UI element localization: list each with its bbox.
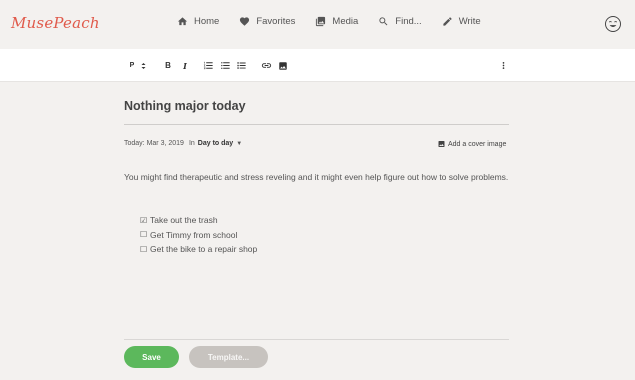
nav-write[interactable]: Write: [442, 16, 481, 27]
top-nav-bar: MusePeach Home Favorites Media Find... W…: [0, 0, 635, 49]
checklist-button[interactable]: [235, 49, 248, 82]
nav-favorites-label: Favorites: [256, 16, 296, 27]
smiley-icon[interactable]: [604, 15, 622, 33]
checklist-item-text[interactable]: Take out the trash: [150, 215, 218, 225]
entry-checklist: ☑ Take out the trash ☐ Get Timmy from sc…: [140, 213, 257, 257]
updown-chevron-icon: [141, 62, 146, 69]
caret-down-icon[interactable]: ▼: [236, 141, 242, 147]
nav-home[interactable]: Home: [177, 16, 219, 27]
nav-home-label: Home: [194, 16, 220, 27]
nav-write-label: Write: [458, 16, 481, 27]
app-logo[interactable]: MusePeach: [11, 14, 100, 32]
pencil-icon: [443, 17, 452, 26]
save-button[interactable]: Save: [124, 346, 179, 368]
checklist-item: ☐ Get the bike to a repair shop: [140, 242, 257, 257]
nav-media[interactable]: Media: [315, 16, 358, 27]
add-cover-image-button[interactable]: Add a cover image: [437, 140, 506, 148]
media-icon: [316, 16, 326, 27]
bullet-list-button[interactable]: [219, 49, 232, 82]
footer-divider: [124, 339, 509, 340]
formatting-toolbar: P B I: [0, 49, 635, 82]
home-icon: [177, 17, 188, 26]
checkbox-unchecked[interactable]: ☐: [140, 245, 148, 254]
checkbox-unchecked[interactable]: ☐: [140, 230, 148, 239]
nav-find[interactable]: Find...: [378, 16, 422, 27]
entry-in-label: In: [188, 140, 195, 147]
more-vertical-icon: [502, 62, 504, 69]
nav-favorites[interactable]: Favorites: [239, 16, 295, 27]
image-icon: [438, 141, 445, 147]
main-nav: Home Favorites Media Find... Write: [177, 16, 501, 27]
bullet-list-icon: [221, 62, 230, 69]
add-cover-image-label: Add a cover image: [448, 140, 507, 148]
checklist-item-text[interactable]: Get the bike to a repair shop: [150, 244, 257, 254]
checklist-item: ☑ Take out the trash: [140, 213, 257, 228]
ordered-list-button[interactable]: [202, 49, 215, 82]
bold-button[interactable]: B: [162, 49, 174, 82]
title-divider: [124, 124, 509, 125]
heart-icon: [240, 17, 250, 26]
link-icon: [261, 63, 272, 68]
paragraph-style-select[interactable]: P: [124, 49, 152, 82]
checklist-item-text[interactable]: Get Timmy from school: [150, 230, 237, 240]
link-button[interactable]: [260, 49, 273, 82]
category-dropdown[interactable]: Day to day: [198, 140, 233, 147]
checklist-icon: [237, 62, 246, 69]
image-icon: [279, 61, 287, 70]
more-options-button[interactable]: [498, 49, 508, 82]
nav-find-label: Find...: [395, 16, 422, 27]
numbered-list-icon: [203, 61, 213, 70]
template-button[interactable]: Template...: [189, 346, 268, 368]
search-icon: [379, 17, 388, 26]
entry-title[interactable]: Nothing major today: [124, 99, 246, 113]
entry-body-paragraph[interactable]: You might find therapeutic and stress re…: [124, 170, 509, 184]
entry-meta: Today: Mar 3, 2019 In Day to day ▼: [124, 140, 242, 147]
italic-button[interactable]: I: [179, 49, 191, 82]
nav-media-label: Media: [332, 16, 359, 27]
entry-date[interactable]: Today: Mar 3, 2019: [124, 140, 184, 147]
paragraph-style-label: P: [129, 62, 135, 69]
checklist-item: ☐ Get Timmy from school: [140, 228, 257, 243]
checkbox-checked[interactable]: ☑: [140, 216, 148, 225]
insert-image-button[interactable]: [277, 49, 289, 82]
